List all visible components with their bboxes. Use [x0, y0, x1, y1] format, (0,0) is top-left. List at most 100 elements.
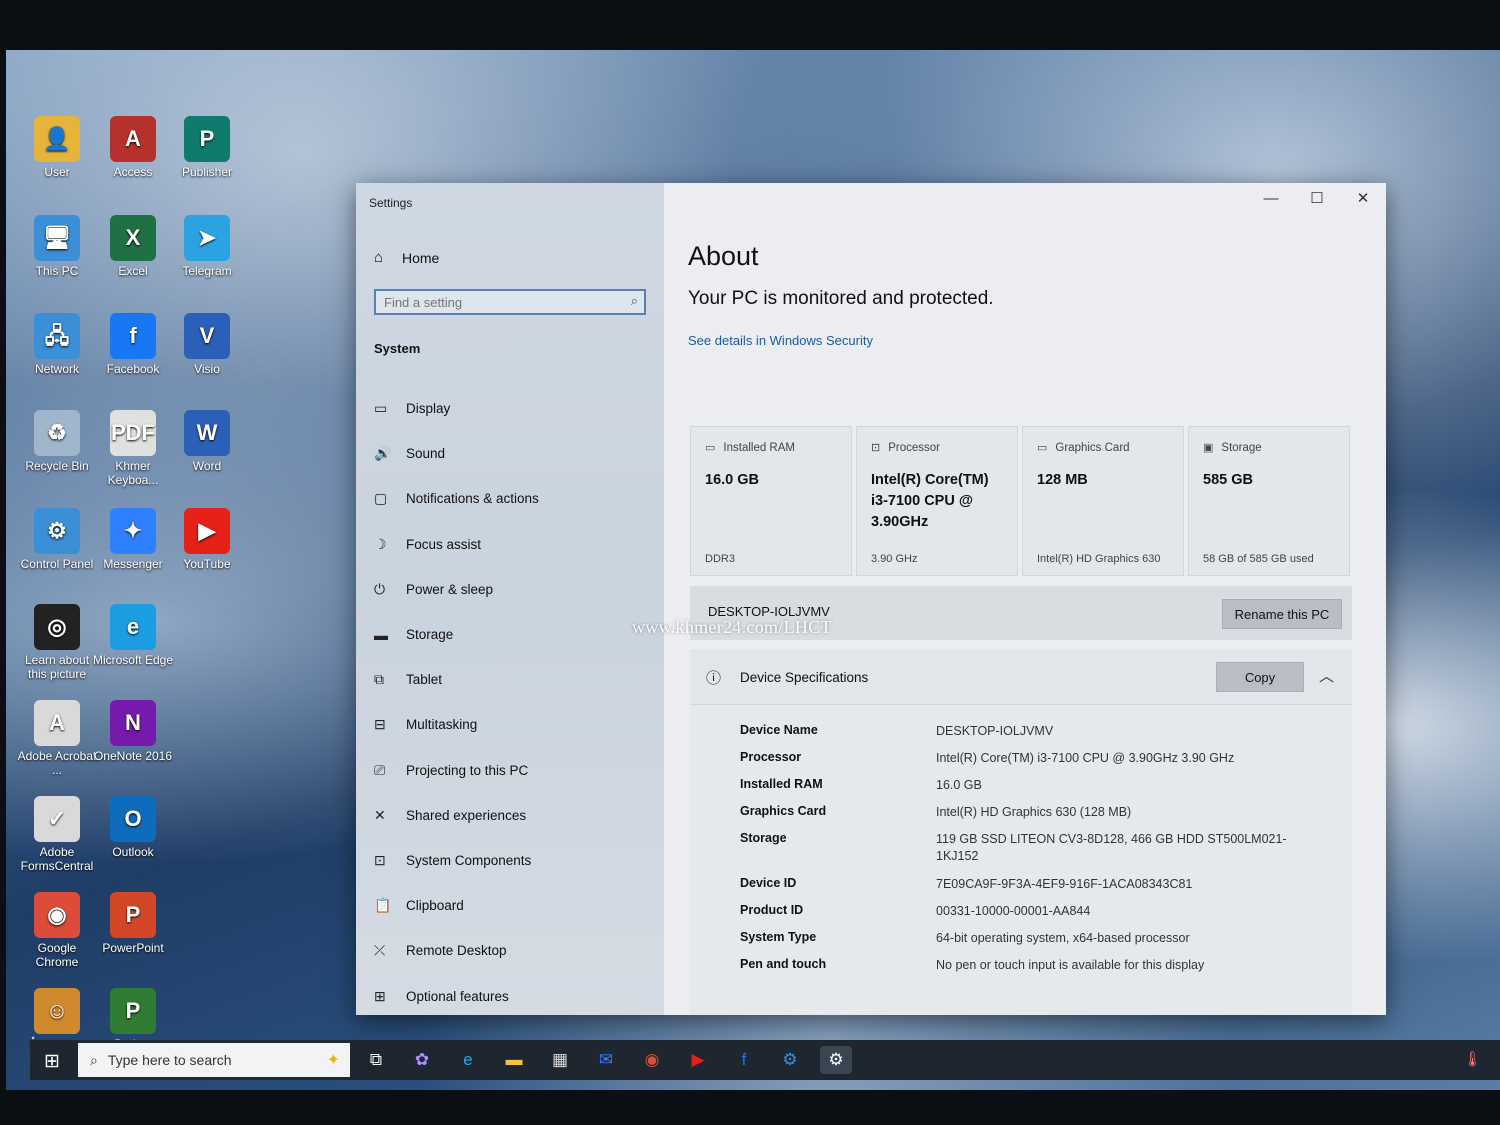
desktop-icon-visio[interactable]: V Visio — [166, 313, 248, 376]
sidebar-item-sound[interactable]: 🔊 Sound — [374, 431, 539, 476]
desktop-icon-khmer-keyboa[interactable]: PDF Khmer Keyboa... — [92, 410, 174, 487]
sidebar-item-label: Power & sleep — [406, 581, 494, 597]
desktop-icon-onenote-2016[interactable]: N OneNote 2016 — [92, 700, 174, 763]
power-sleep-icon: ⏻ — [374, 580, 386, 597]
taskbar-youtube-icon[interactable]: ▶ — [682, 1046, 714, 1074]
windows-security-link[interactable]: See details in Windows Security — [688, 333, 873, 348]
taskbar-settings-icon[interactable]: ⚙ — [820, 1046, 852, 1074]
youtube-icon: ▶ — [184, 508, 230, 554]
spec-value: DESKTOP-IOLJVMV — [936, 724, 1054, 738]
sidebar-item-remote-desktop[interactable]: ⤫ Remote Desktop — [374, 928, 539, 973]
taskbar-edge-icon[interactable]: e — [452, 1046, 484, 1074]
desktop-icon-label: Outlook — [112, 845, 154, 859]
windows-start-icon[interactable]: ⊞ — [44, 1050, 60, 1073]
desktop-icon-messenger[interactable]: ✦ Messenger — [92, 508, 174, 571]
desktop-icon-youtube[interactable]: ▶ YouTube — [166, 508, 248, 571]
sidebar-item-label: Shared experiences — [406, 807, 527, 823]
desktop-icon-google-chrome[interactable]: ◉ Google Chrome — [16, 892, 98, 969]
desktop-icon-adobe-formscentral[interactable]: ✓ Adobe FormsCentral — [16, 796, 98, 873]
desktop-icon-access[interactable]: A Access — [92, 116, 174, 179]
sidebar-item-system-components[interactable]: ⊡ System Components — [374, 838, 539, 883]
search-icon[interactable]: ⌕ — [631, 293, 638, 309]
maximize-button[interactable]: ☐ — [1294, 183, 1340, 213]
desktop-icon-microsoft-edge[interactable]: e Microsoft Edge — [92, 604, 174, 667]
desktop-icon-adobe-acrobat[interactable]: A Adobe Acrobat ... — [16, 700, 98, 777]
find-setting-input[interactable] — [376, 291, 622, 313]
search-icon: ⌕ — [90, 1051, 98, 1068]
desktop-icon-label: YouTube — [183, 557, 231, 571]
device-specifications-table: Device Name DESKTOP-IOLJVMV Processor Intel… — [690, 705, 1352, 1015]
desktop-icon-word[interactable]: W Word — [166, 410, 248, 473]
sidebar-item-notifications-actions[interactable]: ▢ Notifications & actions — [374, 476, 539, 521]
taskbar-mail-icon[interactable]: ✉ — [590, 1046, 622, 1074]
taskbar-copilot-icon[interactable]: ✿ — [406, 1046, 438, 1074]
taskbar-task-view-icon[interactable]: ⧉ — [360, 1046, 392, 1074]
desktop-icon-facebook[interactable]: f Facebook — [92, 313, 174, 376]
card-header: ▭ Installed RAM — [705, 441, 837, 455]
system-components-icon: ⊡ — [374, 851, 386, 868]
storage-icon: ▬ — [374, 626, 388, 643]
taskbar-chrome-icon[interactable]: ◉ — [636, 1046, 668, 1074]
tablet-icon: ⧉ — [374, 671, 384, 688]
desktop-icon-network[interactable]: 🖧 Network — [16, 313, 98, 376]
sidebar-item-projecting-to-this-pc[interactable]: ⎚ Projecting to this PC — [374, 748, 539, 793]
desktop-icon-label: Publisher — [181, 165, 233, 179]
optional-features-icon: ⊞ — [374, 987, 386, 1004]
rename-pc-button[interactable]: Rename this PC — [1222, 599, 1342, 629]
desktop-icon-publisher[interactable]: P Publisher — [166, 116, 248, 179]
taskbar-control-panel-icon[interactable]: ⚙ — [774, 1046, 806, 1074]
desktop-icon-learn-about-this-picture[interactable]: ◎ Learn about this picture — [16, 604, 98, 681]
adobe-acrobat-icon: A — [34, 700, 80, 746]
sidebar-item-clipboard[interactable]: 📋 Clipboard — [374, 883, 539, 928]
taskbar-file-explorer-icon[interactable]: ▬ — [498, 1046, 530, 1074]
sidebar-item-tablet[interactable]: ⧉ Tablet — [374, 657, 539, 702]
window-controls: — ☐ ✕ — [1248, 183, 1386, 213]
minimize-button[interactable]: — — [1248, 183, 1294, 213]
desktop-icon-control-panel[interactable]: ⚙ Control Panel — [16, 508, 98, 571]
telegram-icon: ➤ — [184, 215, 230, 261]
spec-cards: ▭ Installed RAM 16.0 GB DDR3 ⊡ Processor Intel… — [690, 426, 1350, 576]
copy-button[interactable]: Copy — [1216, 662, 1304, 692]
page-title: About — [688, 241, 759, 271]
card-value: 128 MB — [1037, 472, 1088, 488]
sidebar-item-storage[interactable]: ▬ Storage — [374, 612, 539, 657]
desktop-icon-label: PowerPoint — [102, 941, 164, 955]
sidebar-item-optional-features[interactable]: ⊞ Optional features — [374, 973, 539, 1018]
sidebar-item-power-sleep[interactable]: ⏻ Power & sleep — [374, 567, 539, 612]
learn-about-this-picture-icon: ◎ — [34, 604, 80, 650]
desktop-icon-label: Telegram — [182, 264, 232, 278]
nav-home[interactable]: ⌂ Home — [374, 249, 439, 266]
taskbar-search-text: Type here to search — [107, 1052, 232, 1068]
weather-icon[interactable]: 🌡 — [1463, 1050, 1482, 1068]
desktop-icon-outlook[interactable]: O Outlook — [92, 796, 174, 859]
close-button[interactable]: ✕ — [1340, 183, 1386, 213]
desktop-icon-this-pc[interactable]: 🖥 This PC — [16, 215, 98, 278]
microsoft-edge-icon: e — [110, 604, 156, 650]
card-storage: ▣ Storage 585 GB 58 GB of 585 GB used — [1188, 426, 1350, 576]
focus-assist-icon: ☽ — [374, 535, 387, 552]
device-specifications-header[interactable]: ⓘ Device Specifications Copy ︿ — [690, 649, 1352, 705]
sidebar-item-multitasking[interactable]: ⊟ Multitasking — [374, 702, 539, 747]
taskbar-search[interactable]: ⌕ Type here to search ✦ — [78, 1043, 350, 1077]
recycle-bin-icon: ♻ — [34, 410, 80, 456]
search-highlight-icon: ✦ — [326, 1052, 340, 1069]
control-panel-icon: ⚙ — [34, 508, 80, 554]
spec-value: Intel(R) HD Graphics 630 (128 MB) — [936, 805, 1132, 819]
chevron-up-icon[interactable]: ︿ — [1319, 665, 1334, 686]
sidebar-item-display[interactable]: ▭ Display — [374, 386, 539, 431]
card-processor: ⊡ Processor Intel(R) Core(TM) i3-7100 CPU … — [856, 426, 1018, 576]
spec-row-pen-and-touch: Pen and touch No pen or touch input is av… — [740, 957, 1316, 974]
desktop-icon-powerpoint[interactable]: P PowerPoint — [92, 892, 174, 955]
publisher-icon: P — [184, 116, 230, 162]
desktop-icon-user[interactable]: 👤 User — [16, 116, 98, 179]
taskbar-facebook-icon[interactable]: f — [728, 1046, 760, 1074]
sidebar-item-shared-experiences[interactable]: ✕ Shared experiences — [374, 793, 539, 838]
messenger-icon: ✦ — [110, 508, 156, 554]
sidebar-item-focus-assist[interactable]: ☽ Focus assist — [374, 522, 539, 567]
desktop-icon-telegram[interactable]: ➤ Telegram — [166, 215, 248, 278]
desktop-icon-recycle-bin[interactable]: ♻ Recycle Bin — [16, 410, 98, 473]
desktop-icon-excel[interactable]: X Excel — [92, 215, 174, 278]
taskbar-store-icon[interactable]: ▦ — [544, 1046, 576, 1074]
find-setting-search[interactable]: ⌕ — [374, 289, 646, 315]
watermark: www.khmer24.com/LHCT — [632, 617, 832, 637]
